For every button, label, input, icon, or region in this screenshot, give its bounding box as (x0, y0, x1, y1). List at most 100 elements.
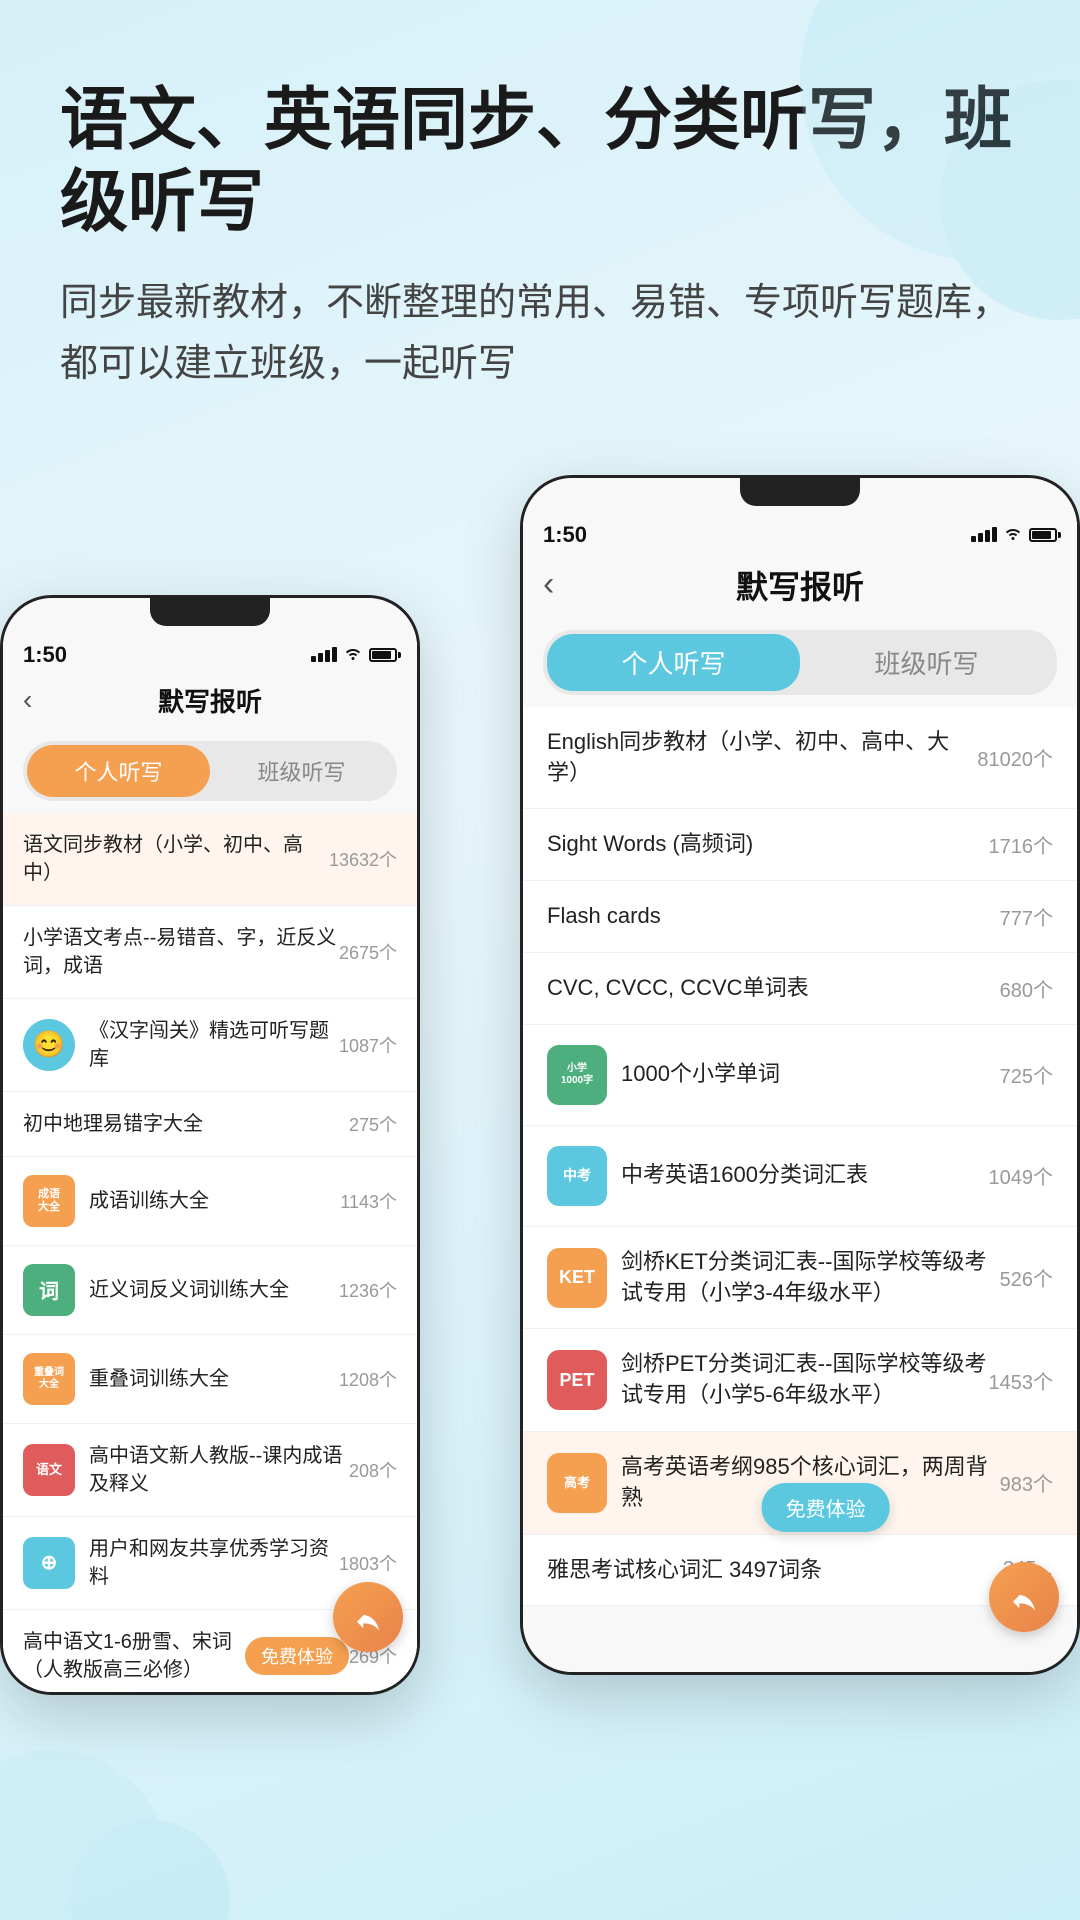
list-item-icon: 小学1000字 (547, 1045, 607, 1105)
right-phone: 1:50 ‹ (520, 475, 1080, 1675)
right-battery-icon (1029, 528, 1057, 542)
list-item[interactable]: Sight Words (高频词) 1716个 (523, 809, 1077, 881)
list-item-count: 1143个 (340, 1188, 397, 1214)
list-item-count: 526个 (1000, 1263, 1053, 1292)
list-item-count: 208个 (349, 1457, 397, 1483)
flash-cards-text: Flash cards (547, 901, 1000, 932)
list-item-text: 语文同步教材（小学、初中、高中） (23, 831, 329, 887)
list-item-count: 275个 (349, 1111, 397, 1137)
right-signal-icon (971, 527, 997, 542)
right-back-button[interactable]: ‹ (543, 565, 554, 604)
list-item-text: 用户和网友共享优秀学习资料 (89, 1535, 339, 1591)
list-item[interactable]: PET 剑桥PET分类词汇表--国际学校等级考试专用（小学5-6年级水平） 14… (523, 1329, 1077, 1432)
left-signal-icon (311, 647, 337, 662)
right-status-time: 1:50 (543, 522, 587, 548)
subtitle: 同步最新教材，不断整理的常用、易错、专项听写题库，都可以建立班级，一起听写 (60, 273, 1020, 395)
right-status-icons (971, 524, 1057, 545)
list-item-text: 1000个小学单词 (621, 1059, 1000, 1090)
list-item[interactable]: CVC, CVCC, CCVC单词表 680个 (523, 953, 1077, 1025)
left-phone: 1:50 ‹ (0, 595, 420, 1695)
right-feedback-button[interactable] (989, 1562, 1059, 1632)
list-item-icon: 成语大全 (23, 1175, 75, 1227)
list-item-text: 中考英语1600分类词汇表 (621, 1160, 989, 1191)
list-item-text: 高中语文1-6册雪、宋词（人教版高三必修） (23, 1628, 235, 1684)
list-item[interactable]: 成语大全 成语训练大全 1143个 (3, 1157, 417, 1246)
list-item[interactable]: 语文同步教材（小学、初中、高中） 13632个 (3, 813, 417, 906)
left-status-icons (311, 644, 397, 665)
list-item-text: 剑桥PET分类词汇表--国际学校等级考试专用（小学5-6年级水平） (621, 1349, 989, 1411)
list-item[interactable]: KET 剑桥KET分类词汇表--国际学校等级考试专用（小学3-4年级水平） 52… (523, 1227, 1077, 1330)
list-item-count: 725个 (1000, 1060, 1053, 1089)
list-item-count: 1208个 (339, 1366, 397, 1392)
list-item[interactable]: 初中地理易错字大全 275个 (3, 1092, 417, 1157)
left-nav-bar: ‹ 默写报听 (3, 672, 417, 729)
right-tab-switcher: 个人听写 班级听写 (543, 630, 1057, 695)
list-item-text: 成语训练大全 (89, 1187, 340, 1215)
main-title: 语文、英语同步、分类听写，班级听写 (60, 80, 1020, 243)
right-status-bar: 1:50 (523, 514, 1077, 552)
left-wifi-icon (343, 644, 363, 665)
list-item[interactable]: 小学1000字 1000个小学单词 725个 (523, 1025, 1077, 1126)
right-tab-class[interactable]: 班级听写 (800, 634, 1053, 691)
list-item[interactable]: 😊 《汉字闯关》精选可听写题库 1087个 (3, 999, 417, 1092)
list-item-count: 13632个 (329, 846, 397, 872)
list-item-icon: 高考 (547, 1453, 607, 1513)
right-nav-bar: ‹ 默写报听 (523, 552, 1077, 618)
list-item-count: 81020个 (977, 743, 1053, 772)
left-nav-title: 默写报听 (158, 682, 262, 719)
list-item[interactable]: 语文 高中语文新人教版--课内成语及释义 208个 (3, 1424, 417, 1517)
left-back-button[interactable]: ‹ (23, 684, 32, 716)
list-item-count: 680个 (1000, 974, 1053, 1003)
free-trial-badge-left[interactable]: 免费体验 (245, 1637, 349, 1675)
list-item-count: 1453个 (989, 1366, 1054, 1395)
list-item-text: 小学语文考点--易错音、字，近反义词，成语 (23, 924, 339, 980)
list-item-text: English同步教材（小学、初中、高中、大学） (547, 727, 977, 789)
list-item[interactable]: 小学语文考点--易错音、字，近反义词，成语 2675个 (3, 906, 417, 999)
right-tab-personal[interactable]: 个人听写 (547, 634, 800, 691)
header-section: 语文、英语同步、分类听写，班级听写 同步最新教材，不断整理的常用、易错、专项听写… (0, 0, 1080, 435)
left-status-bar: 1:50 (3, 634, 417, 672)
list-item-icon: PET (547, 1350, 607, 1410)
list-item-icon: ⊕ (23, 1537, 75, 1589)
list-item-count: 983个 (1000, 1468, 1053, 1497)
left-feedback-button[interactable] (333, 1582, 403, 1652)
list-item-count: 2675个 (339, 939, 397, 965)
list-item-icon: 😊 (23, 1019, 75, 1071)
list-item[interactable]: 中考 中考英语1600分类词汇表 1049个 (523, 1126, 1077, 1227)
list-item-text: 剑桥KET分类词汇表--国际学校等级考试专用（小学3-4年级水平） (621, 1247, 1000, 1309)
list-item-count: 1236个 (339, 1277, 397, 1303)
list-item-text: 雅思考试核心词汇 3497词条 (547, 1555, 1003, 1586)
list-item[interactable]: English同步教材（小学、初中、高中、大学） 81020个 (523, 707, 1077, 810)
list-item-text: 初中地理易错字大全 (23, 1110, 349, 1138)
list-item-icon: 语文 (23, 1444, 75, 1496)
right-nav-title: 默写报听 (736, 562, 864, 608)
left-status-time: 1:50 (23, 642, 67, 668)
list-item-icon: 中考 (547, 1146, 607, 1206)
list-item[interactable]: 词 近义词反义词训练大全 1236个 (3, 1246, 417, 1335)
list-item-flashcards[interactable]: Flash cards 777个 (523, 881, 1077, 953)
right-wifi-icon (1003, 524, 1023, 545)
phones-container: 1:50 ‹ (0, 475, 1080, 1775)
list-item-count: 777个 (1000, 902, 1053, 931)
left-list-container: 语文同步教材（小学、初中、高中） 13632个 小学语文考点--易错音、字，近反… (3, 813, 417, 1692)
list-item[interactable]: 重叠词大全 重叠词训练大全 1208个 (3, 1335, 417, 1424)
right-free-trial-badge[interactable]: 免费体验 (762, 1483, 890, 1532)
list-item-text: 高中语文新人教版--课内成语及释义 (89, 1442, 349, 1498)
list-item-text: Sight Words (高频词) (547, 829, 989, 860)
left-tab-class[interactable]: 班级听写 (210, 745, 393, 797)
list-item-text: 《汉字闯关》精选可听写题库 (89, 1017, 339, 1073)
right-list-container: English同步教材（小学、初中、高中、大学） 81020个 Sight Wo… (523, 707, 1077, 1607)
list-item-count: 1803个 (339, 1550, 397, 1576)
left-phone-content: 1:50 ‹ (3, 598, 417, 1692)
right-phone-content: 1:50 ‹ (523, 478, 1077, 1672)
left-tab-personal[interactable]: 个人听写 (27, 745, 210, 797)
list-item-count: 1087个 (339, 1032, 397, 1058)
left-tab-switcher: 个人听写 班级听写 (23, 741, 397, 801)
list-item-text: 近义词反义词训练大全 (89, 1276, 339, 1304)
list-item-text: CVC, CVCC, CCVC单词表 (547, 973, 1000, 1004)
list-item-text: 重叠词训练大全 (89, 1365, 339, 1393)
list-item-icon: 词 (23, 1264, 75, 1316)
list-item-icon: KET (547, 1248, 607, 1308)
list-item-count: 1049个 (989, 1161, 1054, 1190)
list-item-icon: 重叠词大全 (23, 1353, 75, 1405)
